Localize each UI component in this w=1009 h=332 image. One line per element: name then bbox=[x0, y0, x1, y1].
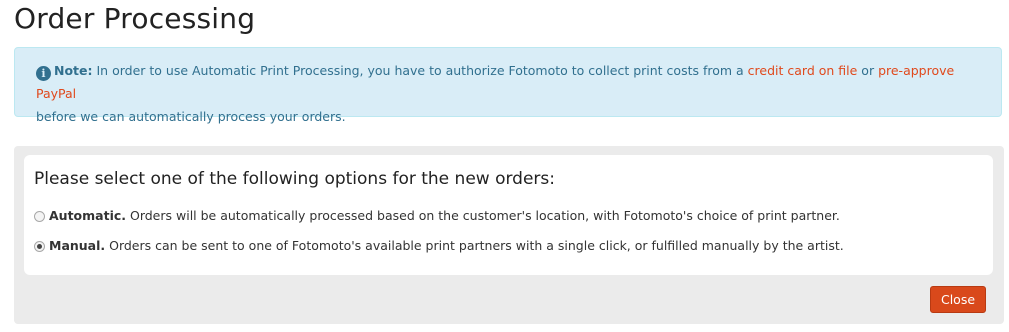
credit-card-link[interactable]: credit card on file bbox=[748, 63, 858, 78]
note-text-after: before we can automatically process your… bbox=[36, 109, 346, 124]
page-title: Order Processing bbox=[14, 2, 256, 35]
note-alert: i Note: In order to use Automatic Print P… bbox=[14, 47, 1002, 124]
options-card: Please select one of the following optio… bbox=[24, 155, 993, 275]
option-automatic[interactable]: Automatic. Orders will be automatically … bbox=[34, 208, 840, 223]
note-text-before: In order to use Automatic Print Processi… bbox=[92, 63, 748, 78]
option-manual[interactable]: Manual. Orders can be sent to one of Fot… bbox=[34, 238, 844, 253]
option-manual-description: Orders can be sent to one of Fotomoto's … bbox=[105, 238, 844, 253]
note-text-or: or bbox=[857, 63, 879, 78]
close-button[interactable]: Close bbox=[930, 286, 986, 313]
option-automatic-title: Automatic. bbox=[49, 208, 127, 223]
automatic-radio[interactable] bbox=[34, 211, 45, 222]
info-circle-icon: i bbox=[36, 66, 51, 81]
options-heading: Please select one of the following optio… bbox=[34, 169, 555, 189]
option-manual-title: Manual. bbox=[49, 238, 106, 253]
option-automatic-description: Orders will be automatically processed b… bbox=[126, 208, 840, 223]
note-label: Note: bbox=[54, 63, 93, 78]
manual-radio[interactable] bbox=[34, 241, 45, 252]
order-options-panel: Please select one of the following optio… bbox=[14, 146, 1004, 324]
